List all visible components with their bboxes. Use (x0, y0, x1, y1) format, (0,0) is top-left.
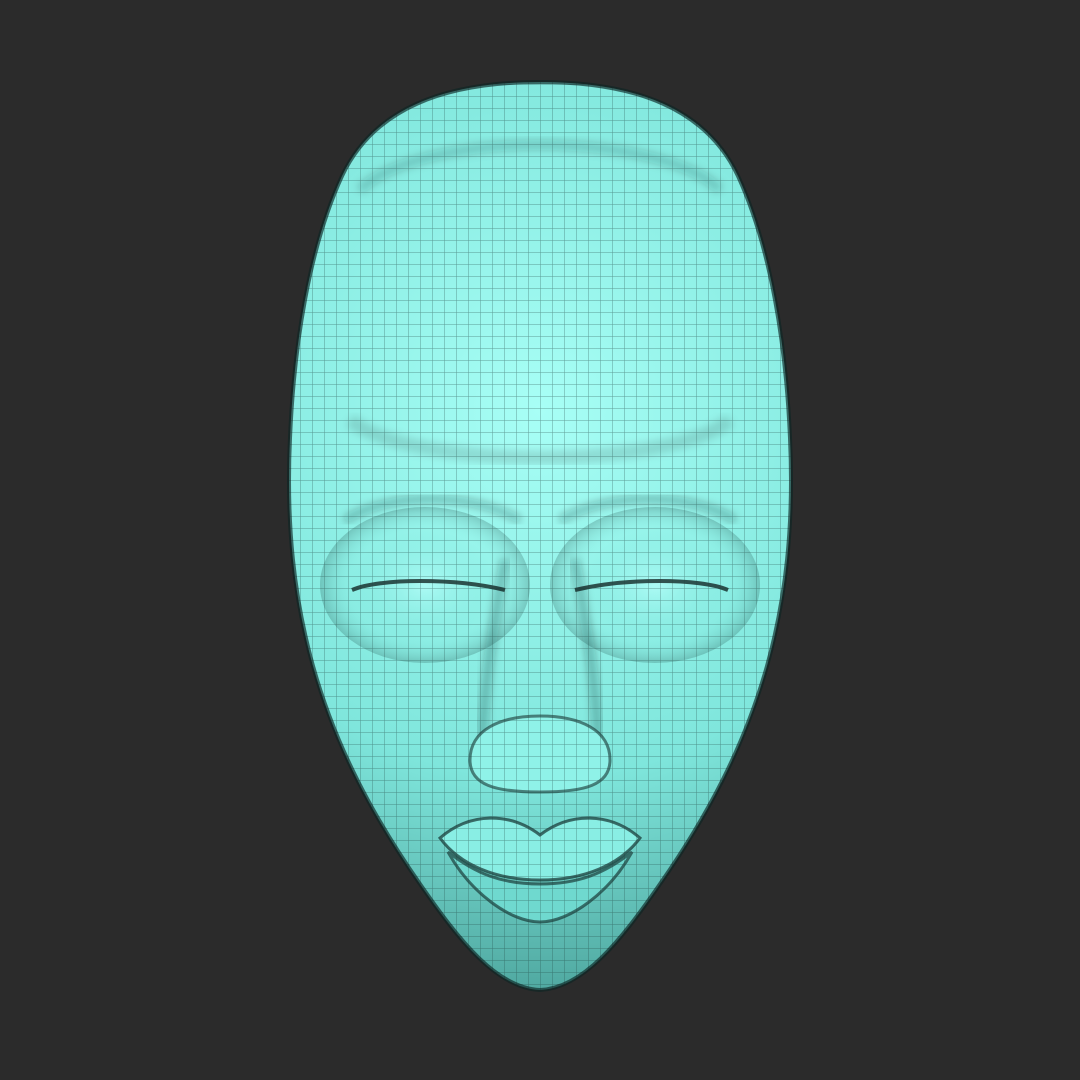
face-mesh (288, 82, 792, 990)
3d-viewport[interactable] (0, 0, 1080, 1080)
mesh-render (287, 79, 793, 993)
wireframe-overlay (288, 82, 792, 990)
